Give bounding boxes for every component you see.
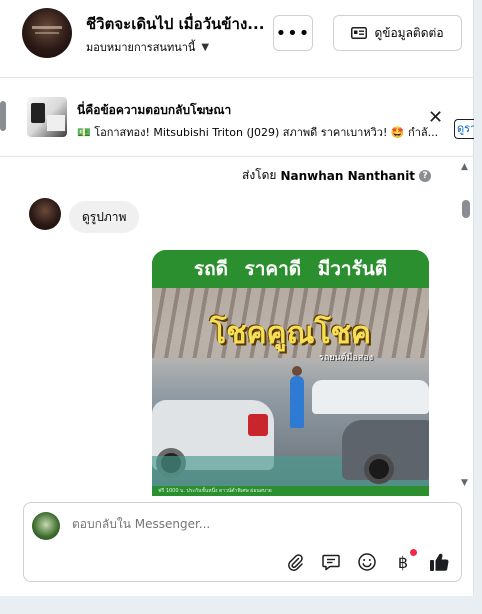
reply-input[interactable]: [72, 517, 432, 531]
emoji-button[interactable]: [356, 551, 378, 573]
notification-dot: [410, 549, 417, 556]
sender-avatar[interactable]: [29, 198, 61, 230]
scrollbar-thumb[interactable]: [0, 101, 6, 131]
smiley-icon: [358, 553, 376, 571]
scroll-down-arrow-icon[interactable]: ▼: [461, 478, 468, 488]
car-graphic: [342, 420, 429, 484]
assign-conversation-dropdown[interactable]: มอบหมายการสนทนานี้ ▼: [86, 38, 209, 56]
view-contact-button[interactable]: ดูข้อมูลติดต่อ: [333, 15, 462, 51]
baht-icon: ฿: [397, 552, 409, 572]
conversation-panel: ชีวิตจะเดินไป เมื่อวันข้าง... มอบหมายการ…: [0, 0, 474, 596]
chevron-down-icon: ▼: [201, 41, 210, 53]
like-button[interactable]: [428, 551, 450, 573]
paperclip-icon: [288, 554, 303, 571]
ad-reply-text: 💵 โอกาสทอง! Mitsubishi Triton (J029) สภา…: [77, 126, 439, 139]
attachment-headline: โชคคูณโชค: [210, 316, 371, 351]
sent-by-prefix: ส่งโดย: [242, 168, 277, 182]
contact-card-icon: [351, 27, 368, 39]
payment-button[interactable]: ฿: [392, 549, 417, 573]
scroll-up-arrow-icon[interactable]: ▲: [461, 162, 468, 172]
sent-by-name: Nanwhan Nanthanit: [280, 168, 416, 183]
sent-by-label: ส่งโดย Nanwhan Nanthanit ?: [242, 166, 432, 185]
thumbs-up-icon: [430, 553, 449, 571]
more-options-button[interactable]: •••: [273, 15, 313, 51]
ad-thumbnail[interactable]: [27, 97, 67, 137]
attachment-footer-text: ฟรี 1000 บ. ประกันชั้นหนึ่ง ดาวน์ต่ำพิเศ…: [152, 486, 429, 496]
scrollbar-thumb[interactable]: [462, 200, 470, 218]
page-avatar-small: [32, 512, 60, 540]
conversation-header: ชีวิตจะเดินไป เมื่อวันข้าง... มอบหมายการ…: [0, 0, 474, 78]
attachment-subline: รถยนต์มือสอง: [319, 353, 374, 363]
saved-replies-button[interactable]: [320, 551, 342, 573]
chat-bubble-icon: [322, 554, 340, 571]
composer-toolbar: ฿: [284, 549, 450, 573]
assign-label: มอบหมายการสนทนานี้: [86, 41, 196, 54]
close-icon[interactable]: ✕: [428, 107, 443, 128]
incoming-message-bubble[interactable]: ดูรูปภาพ: [69, 201, 140, 233]
view-contact-label: ดูข้อมูลติดต่อ: [374, 25, 444, 40]
car-graphic: [312, 380, 429, 414]
person-graphic: [290, 366, 304, 428]
attach-button[interactable]: [284, 551, 306, 573]
page-avatar[interactable]: [22, 8, 72, 58]
message-list: ▲ ▼ ส่งโดย Nanwhan Nanthanit ? ดูรูปภาพ …: [0, 158, 474, 496]
attachment-banner-text: รถดี ราคาดี มีวารันตี: [152, 250, 429, 288]
message-composer: ฿: [23, 502, 462, 582]
more-dots-icon: •••: [275, 22, 311, 44]
ad-reply-banner: นี่คือข้อความตอบกลับโฆษณา 💵 โอกาสทอง! Mi…: [0, 79, 474, 157]
info-icon[interactable]: ?: [419, 169, 432, 182]
ad-reply-title: นี่คือข้อความตอบกลับโฆษณา: [77, 103, 232, 117]
image-attachment[interactable]: รถดี ราคาดี มีวารันตี โชคคูณโชค รถยนต์มื…: [152, 250, 429, 496]
page-title[interactable]: ชีวิตจะเดินไป เมื่อวันข้าง...: [86, 12, 271, 36]
attachment-photo: โชคคูณโชค รถยนต์มือสอง: [152, 288, 429, 486]
ad-view-button[interactable]: ดูรา: [454, 119, 474, 139]
